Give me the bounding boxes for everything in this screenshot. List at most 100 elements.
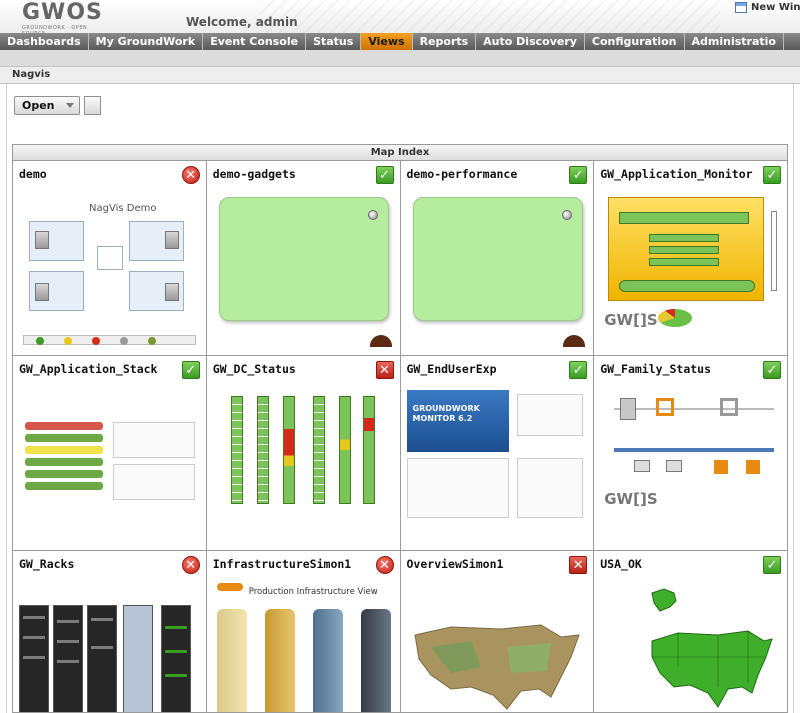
check-status-icon: ✓ <box>763 361 781 379</box>
stack-bar <box>25 458 103 466</box>
package-icon <box>746 460 761 474</box>
map-thumbnail[interactable] <box>19 581 200 712</box>
map-name: InfrastructureSimon1 <box>212 557 352 571</box>
check-status-icon: ✓ <box>375 166 394 184</box>
infrastructure-title: Production Infrastructure View <box>248 587 378 597</box>
monitor-row <box>649 246 720 254</box>
monitor-row <box>619 212 750 224</box>
welcome-message: Welcome, admin <box>186 15 298 29</box>
map-thumbnail[interactable]: NagVis Demo <box>19 191 200 349</box>
usa-green-map <box>651 630 774 708</box>
graph-panel <box>516 394 583 436</box>
map-card-gw-family-status[interactable]: GW_Family_Status ✓ GW[]S <box>594 356 787 550</box>
frame-border-left <box>6 84 7 713</box>
map-thumbnail[interactable]: GW[]S <box>600 386 781 544</box>
monitor-icon <box>666 460 683 472</box>
us-terrain-map <box>413 624 580 710</box>
enduser-screenshot: GROUNDWORK MONITOR 6.2 <box>406 390 509 452</box>
map-thumbnail[interactable] <box>600 581 781 712</box>
error-status-icon: ✕ <box>375 556 394 574</box>
map-name: demo <box>19 167 47 181</box>
family-node-icon <box>720 398 739 416</box>
main-nav: Dashboards My GroundWork Event Console S… <box>0 33 800 50</box>
new-window-icon <box>735 2 747 13</box>
nav-tab-status[interactable]: Status <box>306 33 362 50</box>
rack-unit <box>57 620 79 623</box>
nav-tab-auto-discovery[interactable]: Auto Discovery <box>476 33 585 50</box>
map-card-overviewsimon1[interactable]: OverviewSimon1 ✕ <box>400 551 594 712</box>
map-card-gw-racks[interactable]: GW_Racks ✕ <box>13 551 206 712</box>
gwos-thumb-logo: GW[]S <box>604 311 658 329</box>
map-card-usa-ok[interactable]: USA_OK ✓ <box>594 551 787 712</box>
chevron-down-icon <box>66 103 74 108</box>
server-icon <box>35 283 49 301</box>
graph-panel <box>113 464 195 500</box>
stack-bar <box>25 422 103 430</box>
open-dropdown[interactable]: Open <box>14 96 80 115</box>
open-dropdown-label: Open <box>22 99 55 112</box>
map-thumbnail[interactable]: GROUNDWORK MONITOR 6.2 <box>406 386 588 544</box>
nav-tab-views[interactable]: Views <box>361 33 413 50</box>
toolbar-button[interactable] <box>84 96 101 115</box>
map-thumbnail[interactable] <box>407 191 588 349</box>
rack-unit <box>23 656 45 659</box>
map-index-title: Map Index <box>13 145 787 161</box>
map-card-demo-gadgets[interactable]: demo-gadgets ✓ <box>206 161 400 355</box>
monitor-row <box>649 234 720 242</box>
header-pattern <box>260 0 720 33</box>
nav-tab-reports[interactable]: Reports <box>413 33 477 50</box>
map-thumbnail[interactable]: Production Infrastructure View <box>213 581 394 712</box>
map-card-demo-performance[interactable]: demo-performance ✓ <box>400 161 594 355</box>
dc-rack-column <box>282 396 295 504</box>
rack-unit <box>165 650 187 653</box>
map-card-demo[interactable]: demo ✕ NagVis Demo <box>13 161 206 355</box>
error-status-icon: ✕ <box>375 361 394 379</box>
error-status-icon: ✕ <box>181 556 200 574</box>
legend-dot <box>64 337 72 345</box>
map-thumbnail[interactable] <box>213 386 394 544</box>
knob-icon <box>561 210 572 220</box>
nav-tab-configuration[interactable]: Configuration <box>585 33 685 50</box>
nav-tab-event-console[interactable]: Event Console <box>203 33 307 50</box>
check-status-icon: ✓ <box>569 166 588 184</box>
nav-tab-my-groundwork[interactable]: My GroundWork <box>89 33 204 50</box>
map-thumbnail[interactable] <box>19 386 200 544</box>
check-status-icon: ✓ <box>763 166 781 184</box>
server-icon <box>165 283 179 301</box>
nagvis-toolbar: Open <box>14 96 101 115</box>
map-thumbnail[interactable] <box>213 191 394 349</box>
map-thumbnail[interactable] <box>407 581 588 712</box>
map-thumbnail[interactable]: GW[]S <box>600 191 781 349</box>
nav-tab-administration[interactable]: Administratio <box>685 33 784 50</box>
map-card-gw-application-stack[interactable]: GW_Application_Stack ✓ <box>13 356 206 550</box>
new-window-link[interactable]: New Wind <box>735 2 800 13</box>
family-node-icon <box>656 398 675 416</box>
rack-unit <box>91 618 113 621</box>
frame-border-right <box>793 84 794 713</box>
server-rack <box>87 605 117 712</box>
map-name: OverviewSimon1 <box>406 557 504 571</box>
map-name: GW_Racks <box>19 557 75 571</box>
stack-bar <box>25 446 103 454</box>
logo-text: GWOS <box>22 0 103 25</box>
map-grid: demo ✕ NagVis Demo demo-gadgets ✓ demo-p… <box>13 161 787 712</box>
page-panel <box>516 458 583 518</box>
gauge-icon <box>563 335 586 347</box>
groundwork-logo[interactable]: GWOS GROUNDWORK · OPEN SOURCE <box>22 0 103 38</box>
map-card-gw-enduserexp[interactable]: GW_EndUserExp ✓ GROUNDWORK MONITOR 6.2 <box>400 356 594 550</box>
nav-tab-dashboards[interactable]: Dashboards <box>0 33 89 50</box>
server-rack <box>123 605 153 712</box>
map-card-infrastructuresimon1[interactable]: InfrastructureSimon1 ✕ Production Infras… <box>206 551 400 712</box>
map-card-gw-dc-status[interactable]: GW_DC_Status ✕ <box>206 356 400 550</box>
sub-nav-bar <box>0 50 800 66</box>
server-icon <box>165 231 179 249</box>
app-header: GWOS GROUNDWORK · OPEN SOURCE Welcome, a… <box>0 0 800 38</box>
map-card-gw-application-monitor[interactable]: GW_Application_Monitor ✓ GW[]S <box>594 161 787 355</box>
monitor-icon <box>634 460 651 472</box>
map-name: GW_Application_Stack <box>19 362 158 376</box>
rack-unit <box>91 646 113 649</box>
warning-icon <box>216 583 243 591</box>
dc-rack-column <box>312 396 325 504</box>
family-bus <box>614 448 775 452</box>
page-panel <box>406 458 509 518</box>
